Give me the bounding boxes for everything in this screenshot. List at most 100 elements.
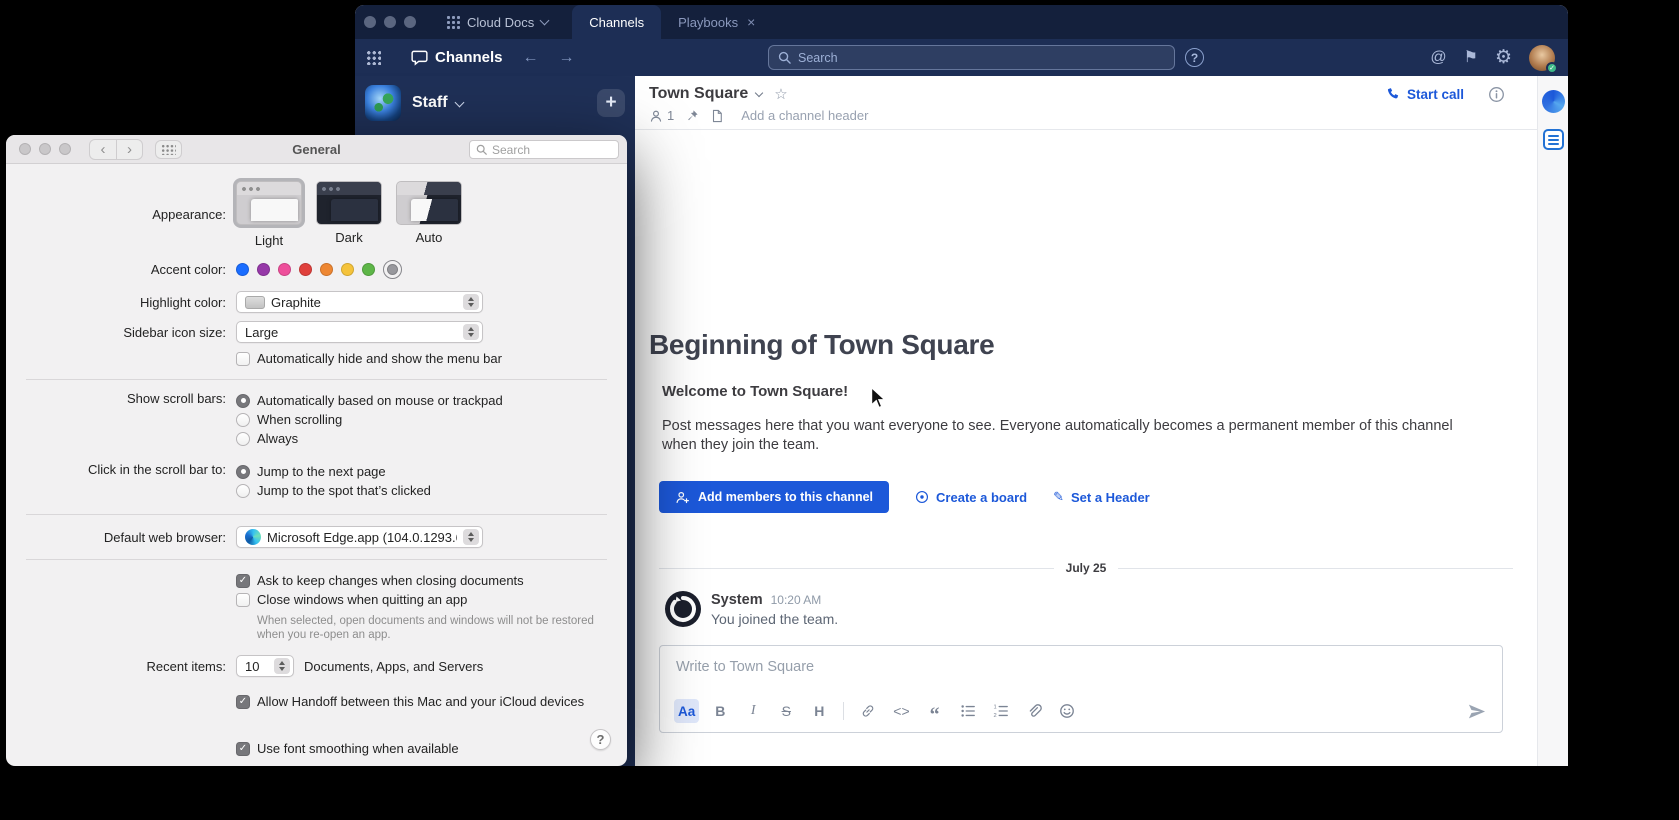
quote-button[interactable]: “ bbox=[923, 699, 947, 723]
product-switcher-icon[interactable] bbox=[366, 50, 381, 65]
close-window-button[interactable] bbox=[364, 16, 376, 28]
keep-changes-checkbox[interactable]: ✓ bbox=[236, 574, 250, 588]
strikethrough-button[interactable]: S bbox=[774, 699, 798, 723]
scrollclick-option-next-page[interactable]: Jump to the next page bbox=[236, 462, 431, 481]
saved-posts-flag-icon[interactable]: ⚑ bbox=[1464, 50, 1478, 66]
accent-green[interactable] bbox=[362, 263, 375, 276]
close-windows-checkbox[interactable] bbox=[236, 593, 250, 607]
radio[interactable] bbox=[236, 413, 250, 427]
history-forward-button[interactable]: → bbox=[559, 50, 575, 66]
highlight-color-row: Highlight color: Graphite bbox=[6, 291, 627, 313]
channel-info-icon[interactable] bbox=[1488, 86, 1505, 103]
sidebar-icon-size-select[interactable]: Large bbox=[236, 321, 483, 343]
chevron-down-icon[interactable] bbox=[755, 88, 763, 96]
server-grid-icon bbox=[446, 15, 460, 29]
start-call-button[interactable]: Start call bbox=[1386, 87, 1464, 102]
message-input[interactable] bbox=[676, 659, 1486, 675]
font-smoothing-checkbox[interactable]: ✓ bbox=[236, 742, 250, 756]
favorite-star-icon[interactable]: ☆ bbox=[774, 85, 787, 103]
appearance-thumb-auto[interactable] bbox=[396, 181, 462, 225]
scrollbars-option-auto[interactable]: Automatically based on mouse or trackpad bbox=[236, 391, 503, 410]
keep-changes-option[interactable]: ✓ Ask to keep changes when closing docum… bbox=[236, 571, 524, 590]
heading-button[interactable]: H bbox=[807, 699, 831, 723]
add-channel-button[interactable]: + bbox=[597, 89, 625, 117]
message-author[interactable]: System bbox=[711, 592, 763, 608]
minimize-window-button[interactable] bbox=[39, 143, 51, 155]
close-window-button[interactable] bbox=[19, 143, 31, 155]
prefs-search-input[interactable] bbox=[492, 143, 612, 157]
hide-menu-bar-option[interactable]: Automatically hide and show the menu bar bbox=[236, 349, 502, 368]
accent-pink[interactable] bbox=[278, 263, 291, 276]
accent-graphite-selected[interactable] bbox=[383, 260, 402, 279]
handoff-option[interactable]: ✓ Allow Handoff between this Mac and you… bbox=[236, 692, 584, 711]
member-count[interactable]: 1 bbox=[649, 108, 674, 123]
numbered-list-button[interactable]: 1 2 bbox=[989, 699, 1013, 723]
radio[interactable] bbox=[236, 432, 250, 446]
history-back-button[interactable]: ← bbox=[523, 50, 539, 66]
default-browser-select[interactable]: Microsoft Edge.app (104.0.1293.63) bbox=[236, 526, 483, 548]
team-name-menu[interactable]: Staff bbox=[412, 94, 463, 112]
pinned-posts-icon[interactable] bbox=[685, 109, 699, 123]
boards-app-icon[interactable] bbox=[1542, 90, 1565, 113]
close-tab-icon[interactable]: × bbox=[747, 15, 755, 29]
channel-name[interactable]: Town Square bbox=[649, 85, 748, 103]
accent-yellow[interactable] bbox=[341, 263, 354, 276]
back-button[interactable]: ‹ bbox=[90, 140, 116, 159]
radio[interactable] bbox=[236, 484, 250, 498]
create-board-button[interactable]: Create a board bbox=[915, 490, 1027, 505]
hide-menu-bar-checkbox[interactable] bbox=[236, 352, 250, 366]
highlight-color-select[interactable]: Graphite bbox=[236, 291, 483, 313]
accent-blue[interactable] bbox=[236, 263, 249, 276]
message-composer[interactable]: Aa B I S H <> “ bbox=[659, 645, 1503, 733]
accent-orange[interactable] bbox=[320, 263, 333, 276]
link-button[interactable] bbox=[856, 699, 880, 723]
appearance-thumb-dark[interactable] bbox=[316, 181, 382, 225]
tab-channels[interactable]: Channels bbox=[572, 5, 661, 39]
team-globe-icon[interactable] bbox=[365, 85, 401, 121]
send-message-button[interactable] bbox=[1467, 702, 1486, 721]
online-status-icon: ✓ bbox=[1546, 62, 1558, 74]
help-icon[interactable]: ? bbox=[1185, 48, 1204, 67]
scrollclick-option-spot-clicked[interactable]: Jump to the spot that’s clicked bbox=[236, 481, 431, 500]
user-avatar[interactable]: ✓ bbox=[1529, 45, 1555, 71]
appearance-option-light[interactable]: Light bbox=[236, 181, 302, 248]
scrollbars-option-when-scrolling[interactable]: When scrolling bbox=[236, 410, 503, 429]
minimize-window-button[interactable] bbox=[384, 16, 396, 28]
zoom-window-button[interactable] bbox=[404, 16, 416, 28]
radio-selected[interactable] bbox=[236, 465, 250, 479]
italic-button[interactable]: I bbox=[741, 699, 765, 723]
forward-button[interactable]: › bbox=[116, 140, 142, 159]
font-smoothing-option[interactable]: ✓ Use font smoothing when available bbox=[236, 739, 459, 758]
code-button[interactable]: <> bbox=[889, 699, 913, 723]
zoom-window-button[interactable] bbox=[59, 143, 71, 155]
show-formatting-button[interactable]: Aa bbox=[674, 699, 699, 723]
emoji-button[interactable] bbox=[1055, 699, 1079, 723]
handoff-checkbox[interactable]: ✓ bbox=[236, 695, 250, 709]
channel-files-icon[interactable] bbox=[710, 109, 724, 123]
recent-items-select[interactable]: 10 bbox=[236, 655, 294, 677]
appearance-thumb-light[interactable] bbox=[236, 181, 302, 225]
mentions-icon[interactable]: @ bbox=[1430, 50, 1446, 66]
set-header-button[interactable]: ✎ Set a Header bbox=[1053, 489, 1150, 505]
accent-red[interactable] bbox=[299, 263, 312, 276]
radio-selected[interactable] bbox=[236, 394, 250, 408]
playbooks-app-icon[interactable] bbox=[1543, 129, 1564, 150]
prefs-search-field[interactable] bbox=[469, 140, 619, 159]
scrollbars-option-always[interactable]: Always bbox=[236, 429, 503, 448]
settings-gear-icon[interactable]: ⚙ bbox=[1495, 48, 1512, 67]
server-selector[interactable]: Cloud Docs bbox=[446, 15, 548, 30]
accent-purple[interactable] bbox=[257, 263, 270, 276]
bold-button[interactable]: B bbox=[708, 699, 732, 723]
global-search-box[interactable] bbox=[768, 45, 1175, 70]
attachment-button[interactable] bbox=[1022, 699, 1046, 723]
search-input[interactable] bbox=[798, 51, 1165, 65]
add-channel-header-button[interactable]: Add a channel header bbox=[741, 108, 868, 123]
appearance-option-auto[interactable]: Auto bbox=[396, 181, 462, 248]
tab-playbooks[interactable]: Playbooks × bbox=[661, 5, 772, 39]
appearance-option-dark[interactable]: Dark bbox=[316, 181, 382, 248]
show-all-preferences-button[interactable] bbox=[155, 140, 182, 159]
add-members-button[interactable]: Add members to this channel bbox=[659, 481, 889, 513]
help-button[interactable]: ? bbox=[590, 729, 611, 750]
bulleted-list-button[interactable] bbox=[956, 699, 980, 723]
close-windows-option[interactable]: Close windows when quitting an app bbox=[236, 590, 467, 609]
